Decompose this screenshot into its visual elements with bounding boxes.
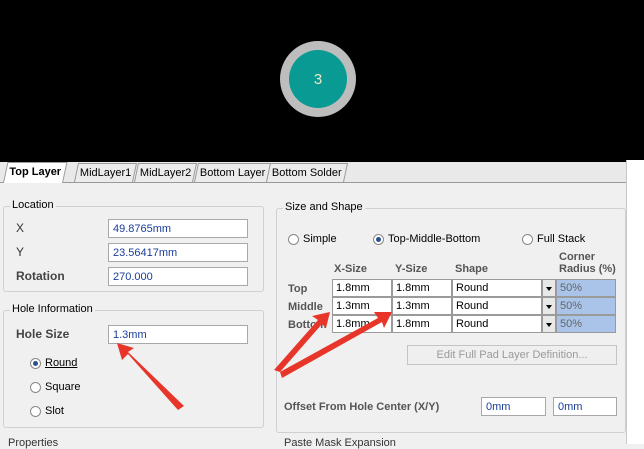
paste-mask-group-title: Paste Mask Expansion <box>284 437 396 449</box>
chevron-down-icon[interactable] <box>542 279 556 297</box>
pad-copper: 3 <box>289 50 347 108</box>
chevron-down-icon[interactable] <box>542 297 556 315</box>
radio-icon <box>30 405 41 417</box>
rotation-label: Rotation <box>16 269 65 283</box>
middle-shape-select[interactable]: Round <box>452 297 542 315</box>
chevron-down-icon[interactable] <box>542 315 556 333</box>
hole-slot-radio[interactable]: Slot <box>30 405 64 417</box>
hole-size-label: Hole Size <box>16 327 70 341</box>
hole-square-radio[interactable]: Square <box>30 381 80 393</box>
edit-full-pad-layer-button[interactable]: Edit Full Pad Layer Definition... <box>407 345 617 365</box>
window-edge <box>626 160 644 444</box>
properties-panel: Location X 49.8765mm Y 23.56417mm Rotati… <box>0 183 626 449</box>
rotation-input[interactable]: 270.000 <box>108 267 248 286</box>
top-shape-select[interactable]: Round <box>452 279 542 297</box>
radio-selected-icon <box>373 233 384 245</box>
hole-info-title: Hole Information <box>10 303 95 315</box>
layer-tabs: Top Layer MidLayer1 MidLayer2 Bottom Lay… <box>0 162 626 183</box>
pad-preview: 3 <box>0 0 644 162</box>
top-ysize-cell[interactable]: 1.8mm <box>392 279 452 297</box>
ysize-header: Y-Size <box>395 263 428 275</box>
radio-icon <box>30 381 41 393</box>
y-input[interactable]: 23.56417mm <box>108 243 248 262</box>
xsize-header: X-Size <box>334 263 368 275</box>
x-input[interactable]: 49.8765mm <box>108 219 248 238</box>
properties-group-title: Properties <box>8 437 59 449</box>
x-label: X <box>16 221 25 235</box>
shape-header: Shape <box>455 263 489 275</box>
size-shape-group: Size and Shape Simple Top-Middle-Bottom … <box>276 201 626 433</box>
hole-round-radio[interactable]: Round <box>30 357 77 369</box>
tab-bottom-layer[interactable]: Bottom Layer <box>194 163 272 182</box>
location-title: Location <box>10 199 56 211</box>
hole-info-group: Hole Information Hole Size 1.3mm Round S… <box>3 303 264 428</box>
offset-y-input[interactable]: 0mm <box>553 397 617 416</box>
tab-midlayer2[interactable]: MidLayer2 <box>134 163 198 182</box>
row-top-label: Top <box>288 283 308 295</box>
mode-simple-radio[interactable]: Simple <box>288 233 337 245</box>
bottom-xsize-cell[interactable]: 1.8mm <box>332 315 392 333</box>
bottom-shape-select[interactable]: Round <box>452 315 542 333</box>
middle-ysize-cell[interactable]: 1.3mm <box>392 297 452 315</box>
top-xsize-cell[interactable]: 1.8mm <box>332 279 392 297</box>
row-bottom-label: Bottom <box>288 319 327 331</box>
tab-bottom-solder[interactable]: Bottom Solder <box>266 163 348 182</box>
offset-label: Offset From Hole Center (X/Y) <box>284 401 440 413</box>
bottom-corner-cell[interactable]: 50% <box>556 315 616 333</box>
bottom-ysize-cell[interactable]: 1.8mm <box>392 315 452 333</box>
middle-corner-cell[interactable]: 50% <box>556 297 616 315</box>
radius-header: Radius (%) <box>559 263 616 275</box>
row-middle-label: Middle <box>288 301 323 313</box>
radio-icon <box>522 233 533 245</box>
tab-midlayer1[interactable]: MidLayer1 <box>74 163 138 182</box>
corner-header: Corner <box>559 251 596 263</box>
pad-number: 3 <box>313 70 323 88</box>
offset-x-input[interactable]: 0mm <box>481 397 546 416</box>
top-corner-cell[interactable]: 50% <box>556 279 616 297</box>
mode-full-stack-radio[interactable]: Full Stack <box>522 233 585 245</box>
tab-top-layer[interactable]: Top Layer <box>3 162 68 183</box>
hole-size-input[interactable]: 1.3mm <box>108 325 248 344</box>
location-group: Location X 49.8765mm Y 23.56417mm Rotati… <box>3 199 264 292</box>
mode-tmb-radio[interactable]: Top-Middle-Bottom <box>373 233 480 245</box>
middle-xsize-cell[interactable]: 1.3mm <box>332 297 392 315</box>
radio-icon <box>288 233 299 245</box>
y-label: Y <box>16 245 25 259</box>
size-shape-title: Size and Shape <box>283 201 365 213</box>
radio-selected-icon <box>30 357 41 369</box>
